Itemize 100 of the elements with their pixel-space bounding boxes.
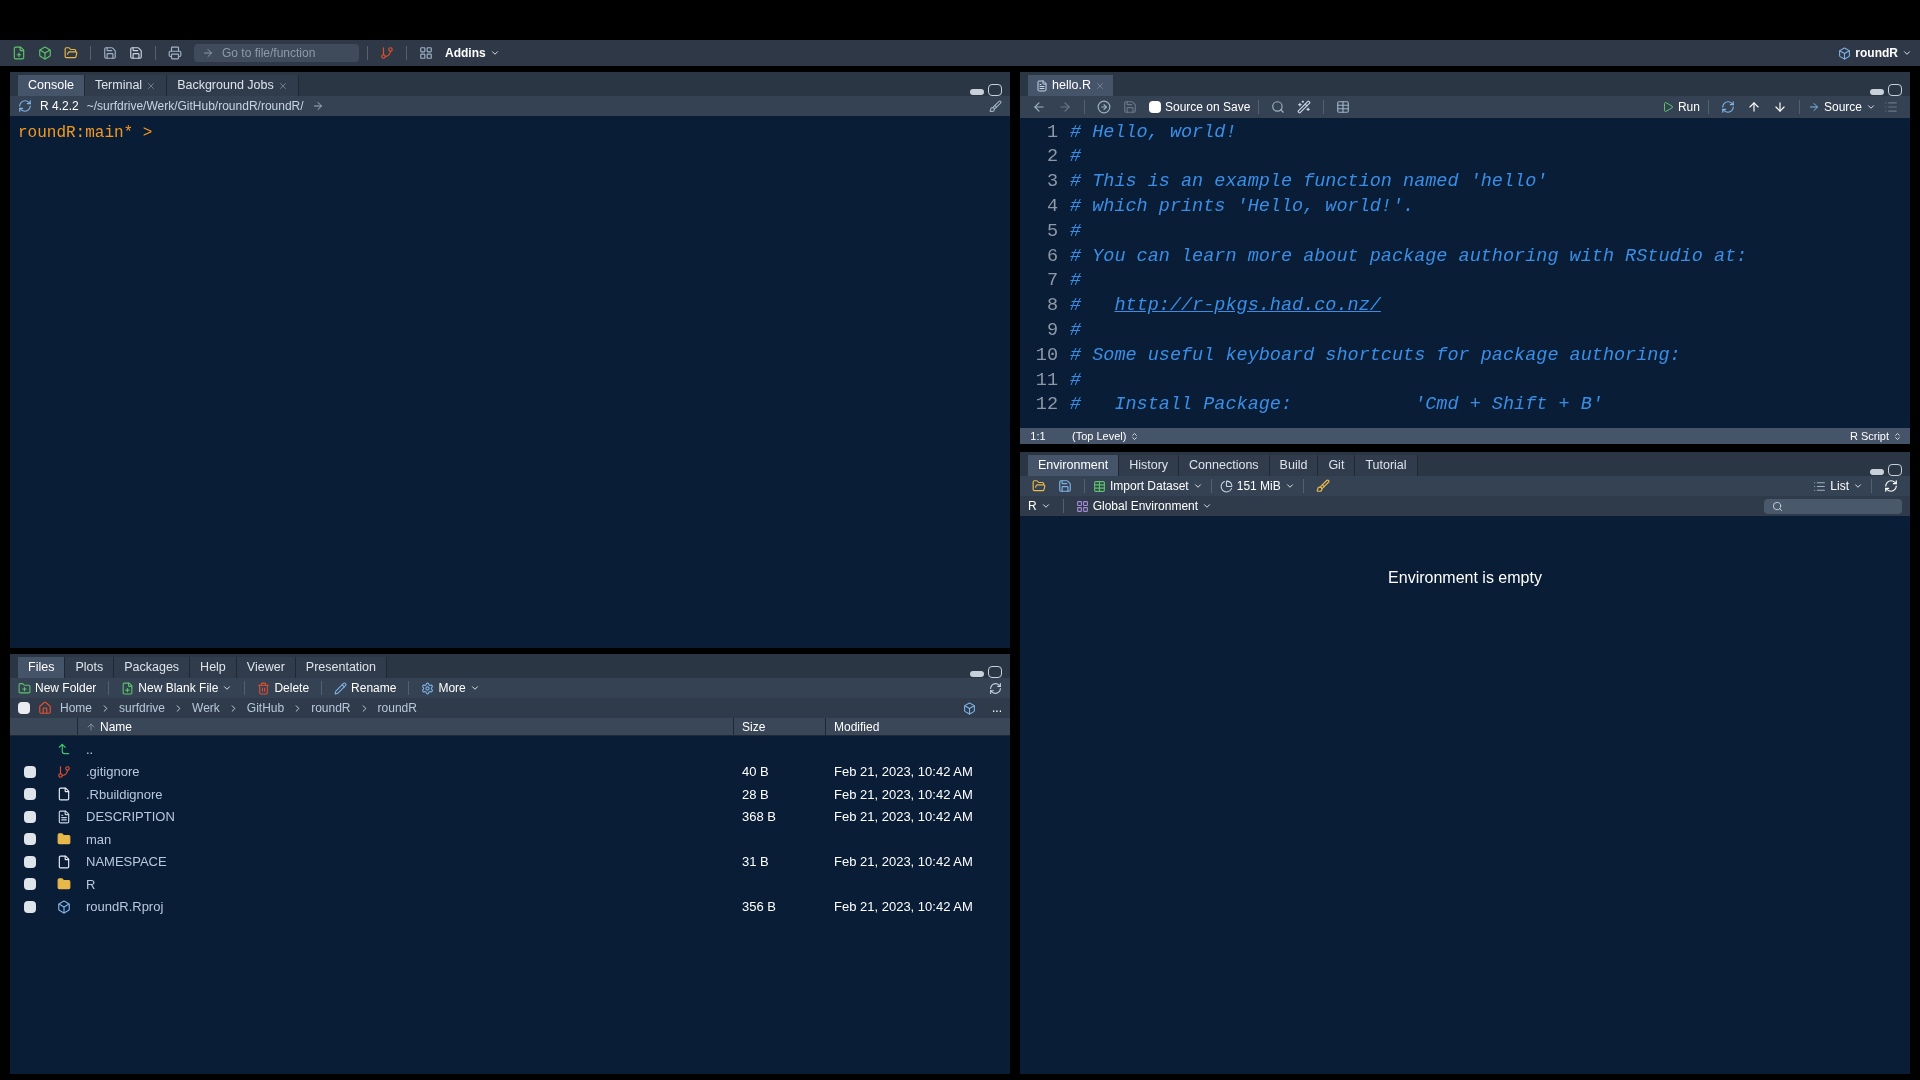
file-size: 356 B <box>742 899 776 914</box>
pane-tab[interactable]: Files <box>18 657 66 678</box>
minimize-pane-button[interactable] <box>1870 469 1884 475</box>
size-column-header[interactable]: Size <box>734 718 826 735</box>
console-prompt: roundR:main* > <box>18 124 153 142</box>
select-all-checkbox[interactable] <box>18 702 30 714</box>
addins-menu[interactable]: Addins <box>445 44 500 62</box>
row-checkbox[interactable] <box>24 810 36 823</box>
code-link[interactable]: http://r-pkgs.had.co.nz/ <box>1114 295 1381 317</box>
file-name-link[interactable]: man <box>86 831 112 847</box>
pane-tab[interactable]: Environment <box>1028 455 1120 476</box>
file-plus-icon <box>12 46 26 60</box>
minimize-pane-button[interactable] <box>970 89 984 95</box>
close-icon[interactable] <box>277 80 288 91</box>
pane-tab[interactable]: Git <box>1318 455 1356 476</box>
cube-icon[interactable] <box>963 701 976 715</box>
refresh-icon[interactable] <box>989 681 1002 695</box>
line-number: 9 <box>1045 318 1059 343</box>
files-toolbar-button[interactable]: New Folder <box>18 679 97 697</box>
run-button[interactable]: Run <box>1661 98 1700 116</box>
line-number: 12 <box>1034 393 1059 418</box>
memory-usage-button[interactable]: 151 MiB <box>1219 477 1295 495</box>
modified-column-header[interactable]: Modified <box>826 717 1010 736</box>
code-comment: # <box>1070 368 1082 393</box>
file-name-link[interactable]: .gitignore <box>86 764 140 779</box>
down-arrow-icon <box>1772 100 1787 114</box>
import-dataset-button[interactable]: Import Dataset <box>1093 477 1203 495</box>
environment-selector[interactable]: Global Environment <box>1075 497 1213 515</box>
save-icon <box>103 46 117 60</box>
breadcrumb-link[interactable]: Home <box>60 699 92 717</box>
files-toolbar-button[interactable]: Delete <box>257 679 310 697</box>
pane-tab[interactable]: Packages <box>114 657 191 678</box>
line-number: 6 <box>1045 244 1059 269</box>
row-checkbox[interactable] <box>24 855 36 868</box>
file-name-link[interactable]: DESCRIPTION <box>86 809 175 824</box>
pane-tab[interactable]: Build <box>1269 455 1319 476</box>
home-icon[interactable] <box>38 701 52 715</box>
pane-tab[interactable]: History <box>1119 455 1180 476</box>
pane-tab[interactable]: Tutorial <box>1355 455 1418 476</box>
save-icon <box>1123 100 1137 114</box>
pane-tab[interactable]: Presentation <box>295 657 387 678</box>
row-checkbox[interactable] <box>24 900 36 913</box>
name-column-header[interactable]: Name <box>78 718 734 735</box>
file-name-link[interactable]: R <box>86 876 96 892</box>
breadcrumb-link[interactable]: Werk <box>192 699 220 717</box>
search-field[interactable] <box>1764 498 1902 514</box>
pane-tab[interactable]: Viewer <box>236 657 296 678</box>
close-icon[interactable] <box>146 80 157 91</box>
row-checkbox[interactable] <box>24 833 36 846</box>
file-name-link[interactable]: roundR.Rproj <box>86 899 164 914</box>
caret-icon <box>1202 501 1213 511</box>
source-button[interactable]: Source <box>1807 98 1876 116</box>
line-number: 4 <box>1045 194 1059 219</box>
minimize-pane-button[interactable] <box>1870 89 1884 95</box>
row-checkbox[interactable] <box>24 788 36 801</box>
file-size: 28 B <box>742 786 769 802</box>
save-icon <box>1058 479 1072 493</box>
up-down-caret-icon <box>1893 431 1902 441</box>
cube-icon <box>57 899 71 914</box>
grid-icon <box>419 46 433 60</box>
language-selector[interactable]: R <box>1028 497 1051 515</box>
file-plus-icon <box>121 681 135 695</box>
refresh-icon <box>1884 479 1898 493</box>
clear-console-icon[interactable] <box>989 99 1002 113</box>
project-menu[interactable]: roundR <box>1838 44 1912 62</box>
files-toolbar-button[interactable]: More <box>421 679 480 697</box>
file-size: 40 B <box>742 764 769 779</box>
pane-tab[interactable]: Plots <box>65 657 115 678</box>
play-icon <box>1661 101 1674 113</box>
editor-tab[interactable]: hello.R <box>1028 75 1113 96</box>
row-checkbox[interactable] <box>24 765 36 778</box>
search-icon <box>1772 500 1783 512</box>
list-icon <box>1884 100 1898 114</box>
pane-tab[interactable]: Console <box>18 75 85 96</box>
scope-selector[interactable]: (Top Level) <box>1072 427 1140 445</box>
line-number: 3 <box>1045 170 1059 195</box>
minimize-pane-button[interactable] <box>970 671 984 677</box>
files-toolbar-button[interactable]: New Blank File <box>121 679 233 697</box>
breadcrumb-link[interactable]: GitHub <box>246 699 285 717</box>
files-toolbar-button[interactable]: Rename <box>334 679 397 697</box>
source-on-save-checkbox[interactable]: Source on Save <box>1149 98 1251 116</box>
broom-icon <box>1315 479 1330 493</box>
more-button[interactable]: ... <box>992 699 1002 717</box>
breadcrumb-link[interactable]: surfdrive <box>119 699 166 717</box>
grid-icon <box>1075 499 1089 513</box>
view-mode-button[interactable]: List <box>1813 477 1863 495</box>
file-name-link[interactable]: NAMESPACE <box>86 854 167 869</box>
line-number: 10 <box>1034 343 1059 368</box>
file-name-link[interactable]: .. <box>86 741 94 757</box>
breadcrumb-link[interactable]: roundR <box>377 699 417 717</box>
pane-tab[interactable]: Terminal <box>84 75 168 96</box>
file-name-link[interactable]: .Rbuildignore <box>86 786 163 802</box>
pane-tab[interactable]: Background Jobs <box>167 75 299 96</box>
breadcrumb-link[interactable]: roundR <box>311 699 351 717</box>
pane-tab[interactable]: Help <box>190 657 237 678</box>
row-checkbox[interactable] <box>24 878 36 891</box>
caret-icon <box>1853 481 1863 491</box>
file-modified: Feb 21, 2023, 10:42 AM <box>834 786 973 802</box>
pane-tab[interactable]: Connections <box>1179 455 1270 476</box>
file-type-selector[interactable]: R Script <box>1849 427 1902 445</box>
